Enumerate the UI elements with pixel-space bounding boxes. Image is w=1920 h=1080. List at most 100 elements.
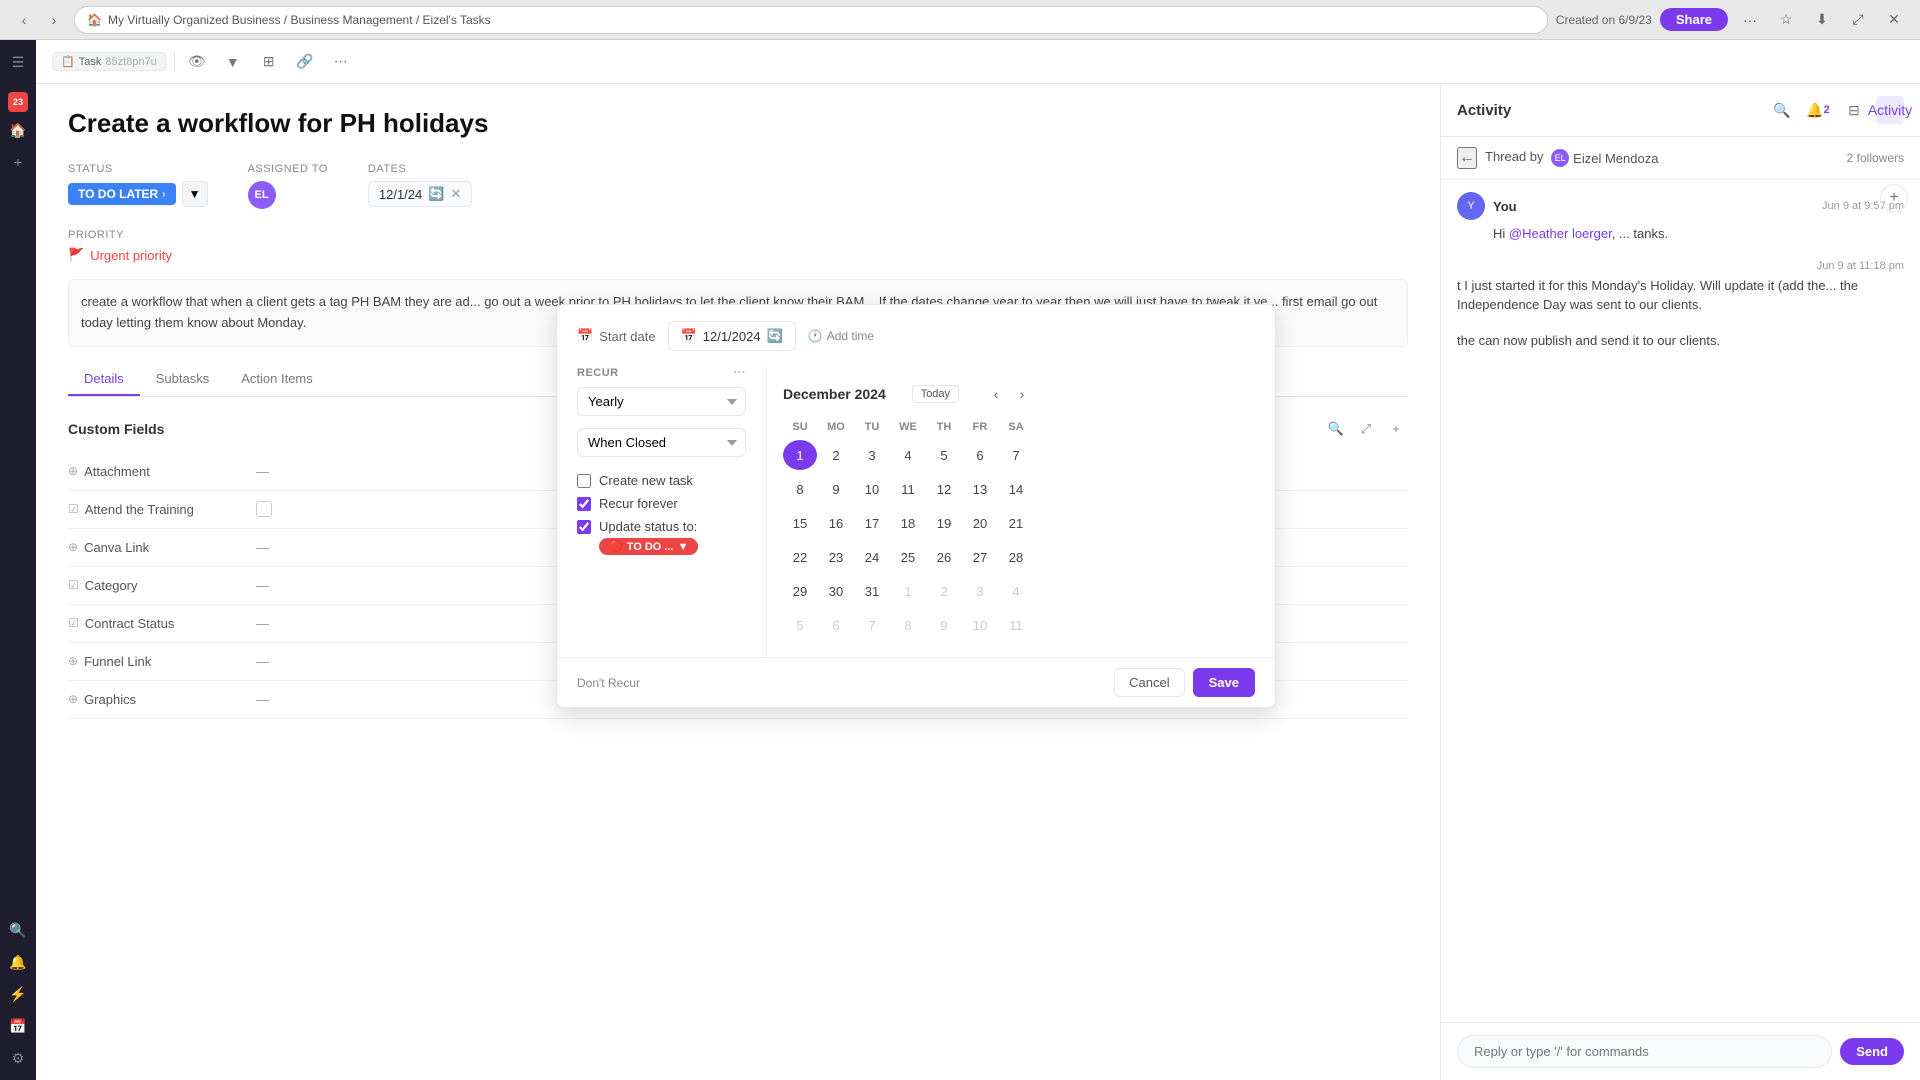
cal-day-jan3[interactable]: 3 bbox=[963, 576, 997, 606]
expand-fields-btn[interactable]: ⤢ bbox=[1354, 417, 1378, 441]
cal-day-jan9[interactable]: 9 bbox=[927, 610, 961, 640]
star-button[interactable]: ☆ bbox=[1772, 6, 1800, 34]
send-button[interactable]: Send bbox=[1840, 1038, 1904, 1065]
toolbar-link-btn[interactable]: 🔗 bbox=[291, 48, 319, 76]
add-field-btn[interactable]: + bbox=[1384, 417, 1408, 441]
cal-day-14[interactable]: 14 bbox=[999, 474, 1033, 504]
toolbar-layout-btn[interactable]: ⊞ bbox=[255, 48, 283, 76]
cal-day-23[interactable]: 23 bbox=[819, 542, 853, 572]
cal-day-24[interactable]: 24 bbox=[855, 542, 889, 572]
cancel-button[interactable]: Cancel bbox=[1114, 668, 1184, 697]
cal-day-jan10[interactable]: 10 bbox=[963, 610, 997, 640]
frequency-select[interactable]: Yearly Daily Weekly Monthly bbox=[577, 387, 746, 416]
create-new-task-checkbox[interactable] bbox=[577, 474, 591, 488]
cal-day-11[interactable]: 11 bbox=[891, 474, 925, 504]
next-month-btn[interactable]: › bbox=[1011, 383, 1033, 405]
search-fields-btn[interactable]: 🔍 bbox=[1324, 417, 1348, 441]
cal-day-2[interactable]: 2 bbox=[819, 440, 853, 470]
when-closed-select[interactable]: When Closed When Completed Always bbox=[577, 428, 746, 457]
cal-day-27[interactable]: 27 bbox=[963, 542, 997, 572]
sidebar-activity[interactable]: ⚡ bbox=[4, 980, 32, 1008]
sidebar-notifications[interactable]: 🔔 bbox=[4, 948, 32, 976]
cal-day-15[interactable]: 15 bbox=[783, 508, 817, 538]
cal-day-3[interactable]: 3 bbox=[855, 440, 889, 470]
cal-day-10[interactable]: 10 bbox=[855, 474, 889, 504]
sidebar-settings[interactable]: ⚙ bbox=[4, 1044, 32, 1072]
save-button[interactable]: Save bbox=[1193, 668, 1255, 697]
cal-day-jan5[interactable]: 5 bbox=[783, 610, 817, 640]
status-more-btn[interactable]: ▼ bbox=[182, 181, 208, 207]
cal-day-8[interactable]: 8 bbox=[783, 474, 817, 504]
toolbar-assignee-btn[interactable]: ▼ bbox=[219, 48, 247, 76]
toolbar-view-btn[interactable]: 👁 bbox=[183, 48, 211, 76]
cal-day-26[interactable]: 26 bbox=[927, 542, 961, 572]
activity-bell-btn[interactable]: 🔔 2 bbox=[1804, 96, 1832, 124]
share-button[interactable]: Share bbox=[1660, 8, 1728, 31]
cal-day-17[interactable]: 17 bbox=[855, 508, 889, 538]
cal-day-jan4[interactable]: 4 bbox=[999, 576, 1033, 606]
tab-action-items[interactable]: Action Items bbox=[225, 363, 329, 396]
cal-day-29[interactable]: 29 bbox=[783, 576, 817, 606]
cal-day-25[interactable]: 25 bbox=[891, 542, 925, 572]
cal-day-20[interactable]: 20 bbox=[963, 508, 997, 538]
thread-back-btn[interactable]: ← bbox=[1457, 147, 1477, 169]
cal-day-6[interactable]: 6 bbox=[963, 440, 997, 470]
cal-day-13[interactable]: 13 bbox=[963, 474, 997, 504]
cal-day-28[interactable]: 28 bbox=[999, 542, 1033, 572]
cal-day-jan1[interactable]: 1 bbox=[891, 576, 925, 606]
dont-recur-button[interactable]: Don't Recur bbox=[577, 676, 640, 690]
cal-day-16[interactable]: 16 bbox=[819, 508, 853, 538]
cal-day-jan11[interactable]: 11 bbox=[999, 610, 1033, 640]
download-button[interactable]: ⬇ bbox=[1808, 6, 1836, 34]
sidebar-add[interactable]: + bbox=[4, 148, 32, 176]
cal-day-7[interactable]: 7 bbox=[999, 440, 1033, 470]
add-time-btn[interactable]: 🕐 Add time bbox=[808, 329, 874, 343]
clear-date-icon[interactable]: ✕ bbox=[450, 186, 461, 202]
date-input[interactable]: 📅 12/1/2024 🔄 bbox=[668, 321, 796, 351]
cal-day-30[interactable]: 30 bbox=[819, 576, 853, 606]
toolbar-more-btn[interactable]: ⋯ bbox=[327, 48, 355, 76]
recur-more-btn[interactable]: ··· bbox=[734, 367, 747, 379]
prev-month-btn[interactable]: ‹ bbox=[985, 383, 1007, 405]
cal-day-12[interactable]: 12 bbox=[927, 474, 961, 504]
cal-day-jan8[interactable]: 8 bbox=[891, 610, 925, 640]
close-button[interactable]: ✕ bbox=[1880, 6, 1908, 34]
sidebar-calendar[interactable]: 📅 bbox=[4, 1012, 32, 1040]
cal-day-4[interactable]: 4 bbox=[891, 440, 925, 470]
activity-search-btn[interactable]: 🔍 bbox=[1768, 96, 1796, 124]
expand-button[interactable]: ⤢ bbox=[1844, 6, 1872, 34]
more-button[interactable]: ··· bbox=[1736, 6, 1764, 34]
back-button[interactable]: ‹ bbox=[12, 8, 36, 32]
reply-input[interactable] bbox=[1457, 1035, 1832, 1068]
sidebar-search[interactable]: 🔍 bbox=[4, 916, 32, 944]
cal-day-21[interactable]: 21 bbox=[999, 508, 1033, 538]
status-badge[interactable]: TO DO LATER › bbox=[68, 183, 176, 205]
status-pill[interactable]: 🔴 TO DO ... ▼ bbox=[599, 538, 698, 555]
cal-day-9[interactable]: 9 bbox=[819, 474, 853, 504]
sidebar-home[interactable]: 🏠 bbox=[4, 116, 32, 144]
cal-day-19[interactable]: 19 bbox=[927, 508, 961, 538]
add-message-btn[interactable]: + bbox=[1880, 184, 1908, 212]
update-status-checkbox[interactable] bbox=[577, 520, 591, 534]
today-button[interactable]: Today bbox=[912, 385, 959, 403]
cal-day-31[interactable]: 31 bbox=[855, 576, 889, 606]
activity-filter-btn[interactable]: ⊟ bbox=[1840, 96, 1868, 124]
address-bar[interactable]: 🏠 My Virtually Organized Business / Busi… bbox=[74, 6, 1548, 34]
cal-day-22[interactable]: 22 bbox=[783, 542, 817, 572]
cal-day-18[interactable]: 18 bbox=[891, 508, 925, 538]
date-display[interactable]: 12/1/24 🔄 ✕ bbox=[368, 181, 472, 207]
cal-day-5[interactable]: 5 bbox=[927, 440, 961, 470]
day-header-th: TH bbox=[927, 417, 961, 437]
cal-day-jan6[interactable]: 6 bbox=[819, 610, 853, 640]
cal-day-1[interactable]: 1 bbox=[783, 440, 817, 470]
attend-checkbox[interactable] bbox=[256, 501, 272, 517]
cal-day-jan2[interactable]: 2 bbox=[927, 576, 961, 606]
activity-tab-btn[interactable]: Activity bbox=[1876, 96, 1904, 124]
tab-subtasks[interactable]: Subtasks bbox=[140, 363, 225, 396]
sidebar-toggle[interactable]: ☰ bbox=[4, 48, 32, 76]
cal-day-jan7[interactable]: 7 bbox=[855, 610, 889, 640]
tab-details[interactable]: Details bbox=[68, 363, 140, 396]
calendar-nav: ‹ › bbox=[985, 383, 1033, 405]
forward-button[interactable]: › bbox=[42, 8, 66, 32]
recur-forever-checkbox[interactable] bbox=[577, 497, 591, 511]
